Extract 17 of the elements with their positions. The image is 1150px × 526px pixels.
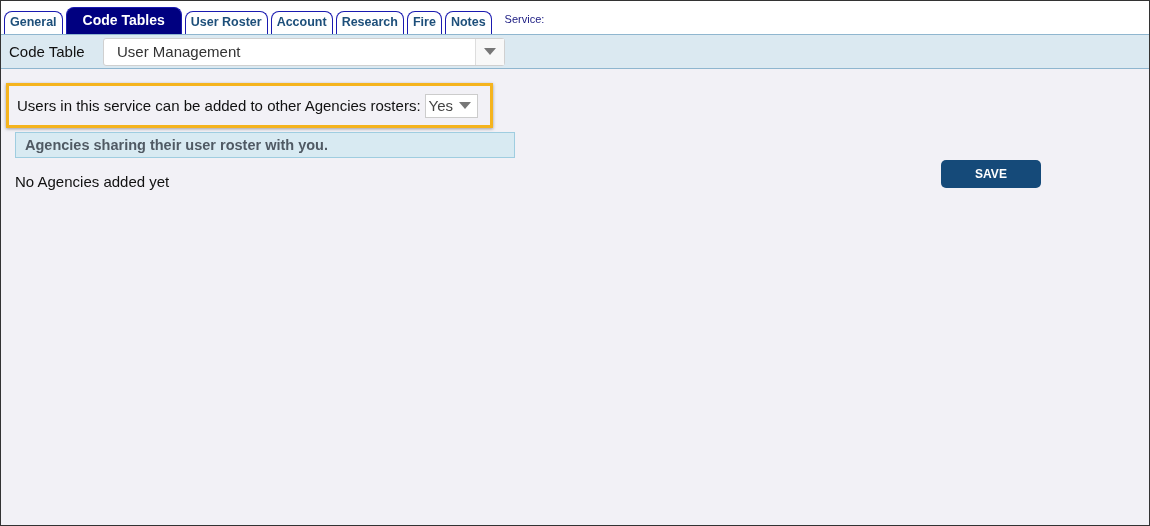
tab[interactable]: Research xyxy=(335,11,404,34)
sharing-setting-label: Users in this service can be added to other Agencies rosters: xyxy=(17,97,421,114)
code-table-select[interactable]: User Management xyxy=(103,37,505,66)
service-label: Service: xyxy=(504,13,545,25)
tab[interactable]: Code Tables xyxy=(65,7,182,34)
caret-icon xyxy=(484,48,496,55)
caret-icon xyxy=(459,102,472,109)
tab[interactable]: General xyxy=(4,11,63,34)
sharing-select[interactable]: Yes xyxy=(424,93,479,118)
tab[interactable]: User Roster xyxy=(184,11,268,34)
tab[interactable]: Notes xyxy=(444,11,492,34)
tab[interactable]: Fire xyxy=(406,11,442,34)
empty-message: No Agencies added yet xyxy=(15,173,171,190)
save-button[interactable]: SAVE xyxy=(941,160,1041,188)
section-heading: Agencies sharing their user roster with you. xyxy=(15,132,515,158)
code-table-label: Code Table xyxy=(9,43,85,60)
tab[interactable]: Account xyxy=(270,11,333,34)
